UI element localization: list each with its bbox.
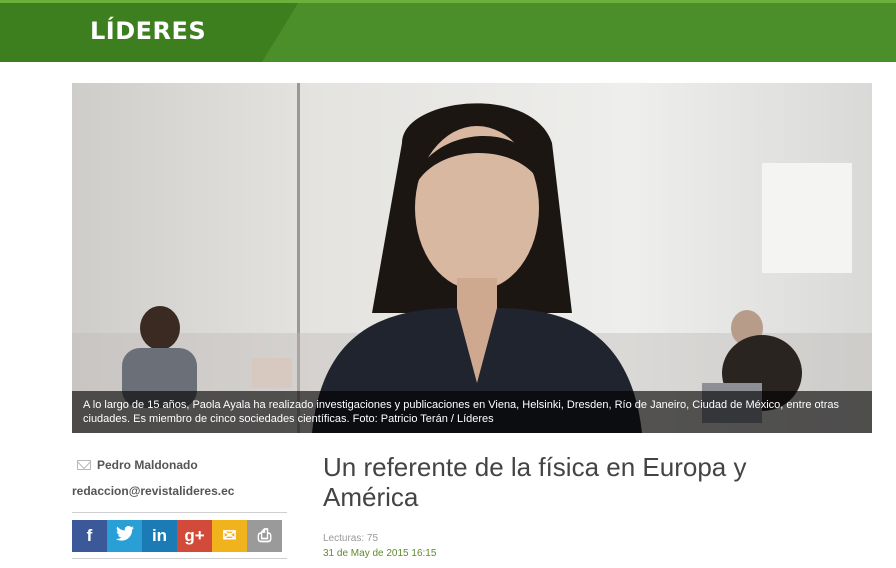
article-photo: A lo largo de 15 años, Paola Ayala ha re… (72, 83, 872, 433)
author-row: Pedro Maldonado (77, 458, 198, 472)
publish-date: 31 de May de 2015 16:15 (323, 548, 437, 559)
site-header: LÍDERES (0, 0, 896, 62)
author-email[interactable]: redaccion@revistalideres.ec (72, 484, 234, 498)
googleplus-icon: g+ (184, 526, 205, 545)
mail-icon (77, 460, 91, 470)
facebook-share-button[interactable]: f (72, 520, 107, 552)
read-count: Lecturas: 75 (323, 533, 379, 544)
facebook-icon: f (86, 526, 93, 545)
photo-caption: A lo largo de 15 años, Paola Ayala ha re… (72, 391, 872, 433)
share-bar: f in g+ ✉ ⎙ (72, 520, 282, 552)
header-strip (0, 0, 896, 3)
print-button[interactable]: ⎙ (247, 520, 282, 552)
photo-illustration (72, 83, 872, 433)
author-name[interactable]: Pedro Maldonado (97, 458, 198, 472)
divider (72, 512, 287, 513)
divider-bottom (72, 558, 287, 559)
twitter-icon (115, 525, 134, 546)
twitter-share-button[interactable] (107, 520, 142, 552)
email-share-button[interactable]: ✉ (212, 520, 247, 552)
printer-icon: ⎙ (257, 526, 272, 545)
linkedin-share-button[interactable]: in (142, 520, 177, 552)
article-title: Un referente de la física en Europa y Am… (323, 452, 747, 512)
googleplus-share-button[interactable]: g+ (177, 520, 212, 552)
site-logo[interactable]: LÍDERES (90, 17, 206, 45)
envelope-icon: ✉ (222, 526, 237, 545)
linkedin-icon: in (151, 526, 168, 545)
